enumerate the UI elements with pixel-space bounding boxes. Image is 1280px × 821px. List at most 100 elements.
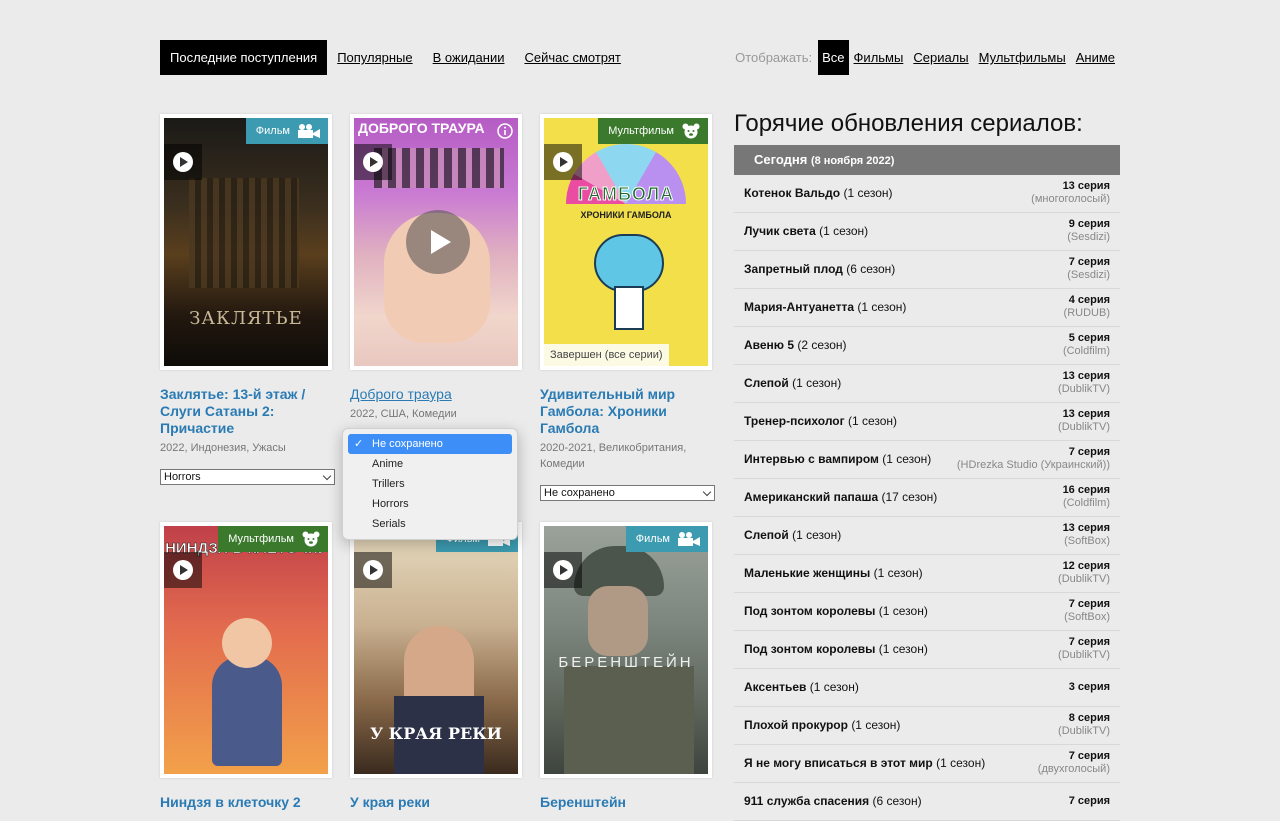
series-season: (1 сезон) [809, 680, 859, 694]
card-title[interactable]: Заклятье: 13-й этаж / Слуги Сатаны 2: Пр… [160, 386, 332, 437]
tab-popular[interactable]: Популярные [337, 50, 412, 65]
play-button[interactable] [354, 552, 392, 588]
filter-anime[interactable]: Аниме [1076, 50, 1115, 65]
movie-card: ДОБРОГО ТРАУРА Доброго траура 2022, США,… [350, 114, 522, 422]
episode-number: 7 серия [1068, 795, 1110, 807]
list-item[interactable]: 911 служба спасения (6 сезон) 7 серия [734, 783, 1120, 821]
episode-info: 13 серия (DublikTV) [1058, 408, 1110, 434]
list-item[interactable]: Под зонтом королевы (1 сезон) 7 серия (Dub… [734, 631, 1120, 669]
card-title[interactable]: Ниндзя в клеточку 2 [160, 794, 332, 811]
poster[interactable]: БЕРЕНШТЕЙН Фильм [540, 522, 712, 778]
voiceover-source: (DublikTV) [1058, 649, 1110, 661]
filter-all[interactable]: Все [818, 40, 849, 75]
play-icon [553, 152, 573, 172]
play-button[interactable] [164, 552, 202, 588]
poster[interactable]: У КРАЯ РЕКИ Фильм [350, 522, 522, 778]
play-button[interactable] [164, 144, 202, 180]
dropdown-option[interactable]: Horrors [348, 494, 512, 514]
episode-info: 7 серия (HDrezka Studio (Украинский)) [957, 446, 1110, 472]
series-title: Маленькие женщины [744, 566, 871, 580]
episode-info: 5 серия (Coldfilm) [1063, 332, 1110, 358]
episode-info: 7 серия (Sesdizi) [1067, 256, 1110, 282]
card-meta: 2020-2021, Великобритания, Комедии [540, 442, 687, 470]
voiceover-source: (HDrezka Studio (Украинский)) [956, 459, 1110, 471]
info-icon[interactable] [492, 118, 518, 144]
list-item[interactable]: Интервью с вампиром (1 сезон) 7 серия (HDr… [734, 441, 1120, 479]
video-camera-icon [298, 124, 320, 138]
card-title[interactable]: У края реки [350, 794, 522, 811]
select-value: Horrors [164, 471, 201, 483]
series-season: (2 сезон) [797, 338, 847, 352]
list-item[interactable]: Слепой (1 сезон) 13 серия (SoftBox) [734, 517, 1120, 555]
series-name: Под зонтом королевы (1 сезон) [744, 631, 928, 668]
series-season: (1 сезон) [792, 376, 842, 390]
episode-number: 5 серия [1068, 332, 1110, 344]
filter-cartoons[interactable]: Мультфильмы [979, 50, 1066, 65]
series-title: Тренер-психолог [744, 414, 845, 428]
list-item[interactable]: Американский папаша (17 сезон) 16 серия (C… [734, 479, 1120, 517]
list-item[interactable]: Авеню 5 (2 сезон) 5 серия (Coldfilm) [734, 327, 1120, 365]
list-item[interactable]: Тренер-психолог (1 сезон) 13 серия (Dublik… [734, 403, 1120, 441]
tab-watching-now[interactable]: Сейчас смотрят [524, 50, 620, 65]
filter-series[interactable]: Сериалы [913, 50, 968, 65]
play-button[interactable] [354, 144, 392, 180]
tab-latest[interactable]: Последние поступления [160, 40, 328, 75]
series-title: Запретный плод [744, 262, 843, 276]
series-season: (1 сезон) [882, 452, 932, 466]
poster[interactable]: ГАМБОЛА ХРОНИКИ ГАМБОЛА Мультфильм Завер… [540, 114, 712, 370]
card-meta: 2022, Индонезия, Ужасы [160, 442, 286, 454]
poster-subtitle-text: ХРОНИКИ ГАМБОЛА [580, 210, 672, 220]
voiceover-source: (SoftBox) [1064, 611, 1110, 623]
poster[interactable]: НИНДЗЯ В КЛЕТОЧКУ Мультфильм [160, 522, 332, 778]
voiceover-source: (SoftBox) [1064, 535, 1110, 547]
dropdown-option[interactable]: Anime [348, 454, 512, 474]
poster[interactable]: ЗАКЛЯТЬЕ Фильм [160, 114, 332, 370]
filter-films[interactable]: Фильмы [854, 50, 904, 65]
series-season: (1 сезон) [792, 528, 842, 542]
dropdown-option[interactable]: ✓ Не сохранено [348, 434, 512, 454]
series-season: (1 сезон) [936, 756, 986, 770]
list-item[interactable]: Я не могу вписаться в этот мир (1 сезон)… [734, 745, 1120, 783]
play-button[interactable] [544, 144, 582, 180]
poster[interactable]: ДОБРОГО ТРАУРА [350, 114, 522, 370]
series-name: Слепой (1 сезон) [744, 517, 841, 554]
list-item[interactable]: Мария-Антуанетта (1 сезон) 4 серия (RUDUB) [734, 289, 1120, 327]
list-item[interactable]: Под зонтом королевы (1 сезон) 7 серия (Sof… [734, 593, 1120, 631]
day-header: Сегодня (8 ноября 2022) [734, 145, 1120, 175]
series-title: Котенок Вальдо [744, 186, 841, 200]
series-name: Запретный плод (6 сезон) [744, 251, 895, 288]
list-item[interactable]: Маленькие женщины (1 сезон) 12 серия (Dubl… [734, 555, 1120, 593]
episode-info: 13 серия (многоголосый) [1031, 180, 1110, 206]
card-title[interactable]: Удивительный мир Гамбола: Хроники Гамбол… [540, 386, 712, 437]
series-season: (1 сезон) [878, 604, 928, 618]
episode-info: 16 серия (Coldfilm) [1063, 484, 1110, 510]
series-season: (1 сезон) [857, 300, 907, 314]
collection-select[interactable]: Не сохранено [540, 485, 715, 501]
series-name: Я не могу вписаться в этот мир (1 сезон) [744, 745, 985, 782]
series-name: Авеню 5 (2 сезон) [744, 327, 846, 364]
episode-number: 8 серия [1068, 712, 1110, 724]
list-item[interactable]: Плохой прокурор (1 сезон) 8 серия (DublikT… [734, 707, 1120, 745]
card-title[interactable]: Доброго траура [350, 386, 522, 403]
tab-upcoming[interactable]: В ожидании [433, 50, 505, 65]
dropdown-option[interactable]: Trillers [348, 474, 512, 494]
card-title[interactable]: Беренштейн [540, 794, 712, 811]
episode-number: 13 серия [1062, 522, 1110, 534]
series-name: Мария-Антуанетта (1 сезон) [744, 289, 906, 326]
filter-label: Отображать: [735, 50, 813, 65]
collection-select[interactable]: Horrors [160, 469, 335, 485]
series-name: Котенок Вальдо (1 сезон) [744, 175, 893, 212]
list-item[interactable]: Лучик света (1 сезон) 9 серия (Sesdizi) [734, 213, 1120, 251]
hot-series-updates: Горячие обновления сериалов: Сегодня (8 … [734, 108, 1120, 821]
play-button[interactable] [544, 552, 582, 588]
list-item[interactable]: Слепой (1 сезон) 13 серия (DublikTV) [734, 365, 1120, 403]
list-item[interactable]: Котенок Вальдо (1 сезон) 13 серия (многого… [734, 175, 1120, 213]
voiceover-source: (DublikTV) [1058, 383, 1110, 395]
voiceover-source: (DublikTV) [1058, 573, 1110, 585]
list-item[interactable]: Аксентьев (1 сезон) 3 серия [734, 669, 1120, 707]
status-badge: Завершен (все серии) [544, 344, 669, 366]
series-title: Лучик света [744, 224, 816, 238]
episode-number: 7 серия [1068, 750, 1110, 762]
dropdown-option[interactable]: Serials [348, 514, 512, 534]
list-item[interactable]: Запретный плод (6 сезон) 7 серия (Sesdizi) [734, 251, 1120, 289]
